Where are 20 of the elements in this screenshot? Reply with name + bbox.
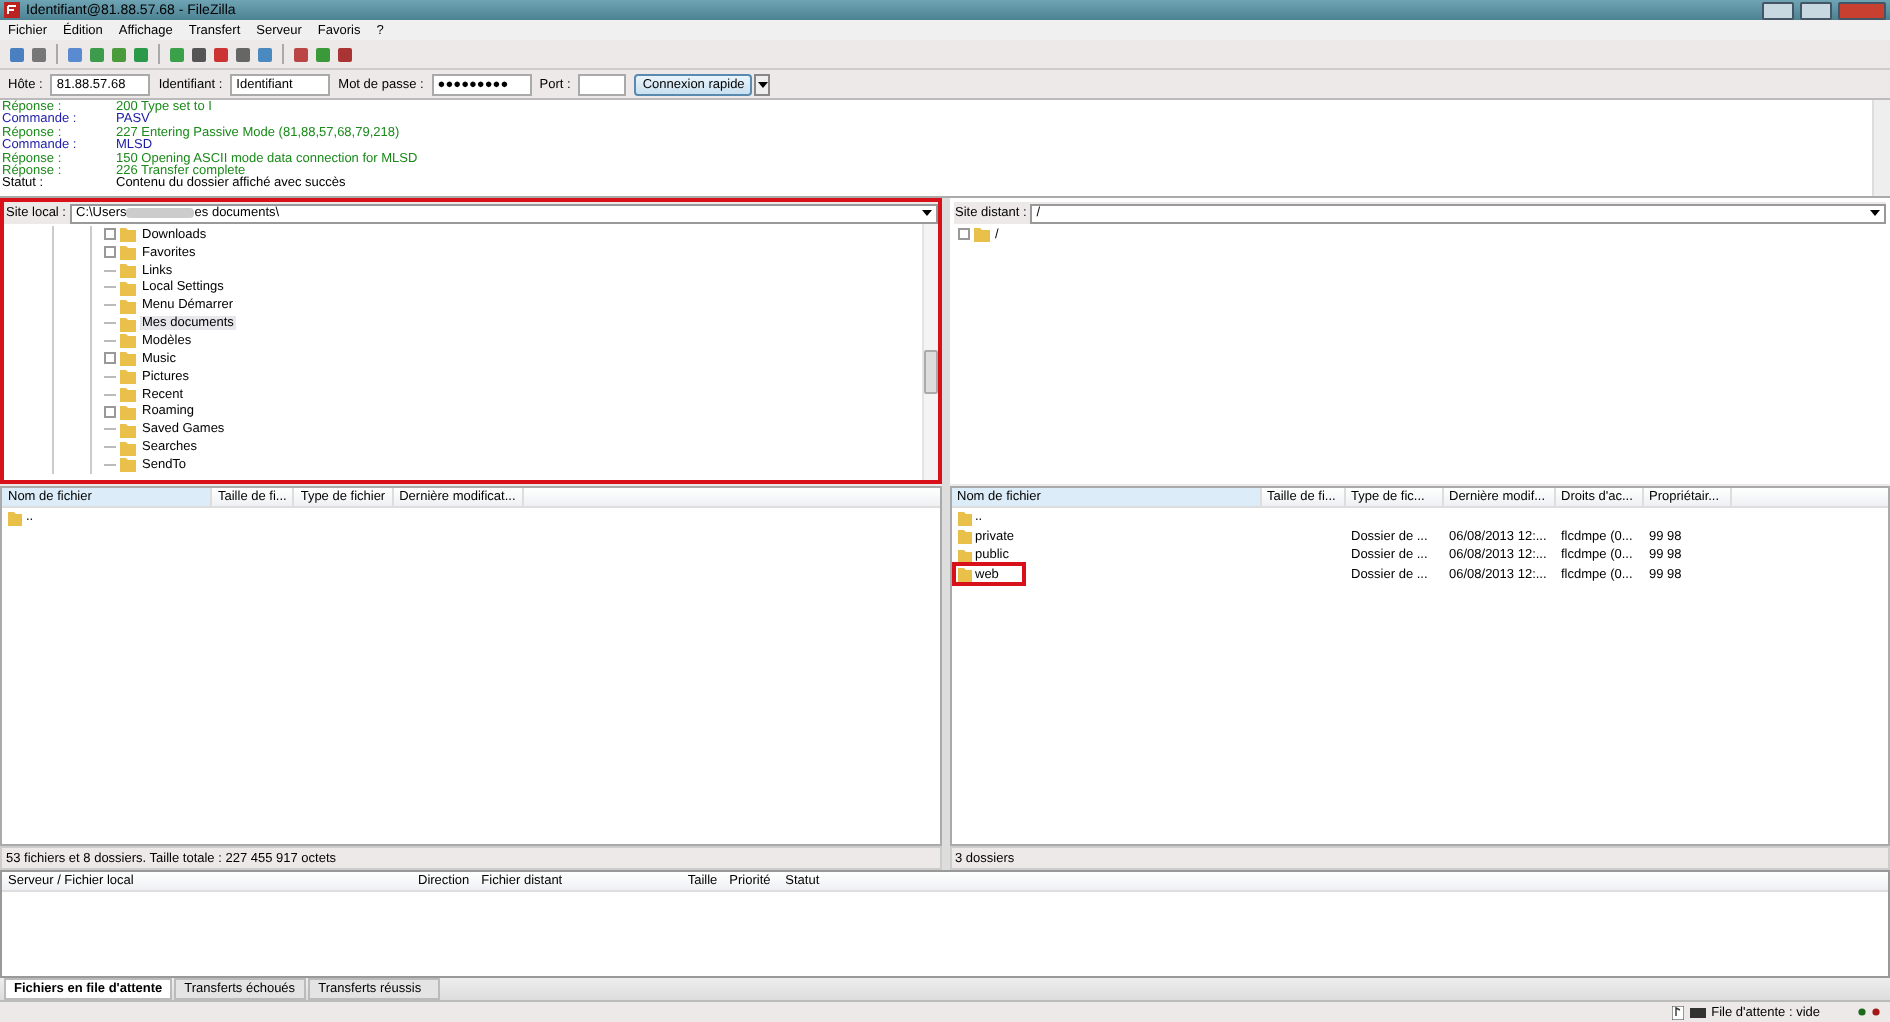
- dropdown-button[interactable]: [754, 73, 771, 95]
- expand-toggle[interactable]: [957, 228, 969, 241]
- blurred-region: [126, 208, 195, 218]
- caret-icon: [921, 210, 931, 216]
- filter-icon: [1671, 1005, 1684, 1019]
- minimize-button[interactable]: [1762, 1, 1794, 19]
- app-logo-icon: [4, 2, 20, 18]
- binary-icon: [1689, 1007, 1706, 1017]
- close-button[interactable]: [1838, 1, 1886, 19]
- scrollbar[interactable]: [1872, 100, 1890, 196]
- folder-icon: [8, 509, 22, 526]
- scrollbar[interactable]: [921, 224, 937, 480]
- expand-toggle[interactable]: [104, 352, 116, 365]
- status-lights-icon: [1858, 1008, 1880, 1016]
- folder-icon: [973, 226, 989, 243]
- expand-toggle[interactable]: [104, 405, 116, 418]
- port-field[interactable]: [578, 73, 627, 95]
- maximize-button[interactable]: [1800, 1, 1832, 19]
- caret-icon: [1870, 210, 1880, 216]
- caret-icon: [757, 81, 768, 87]
